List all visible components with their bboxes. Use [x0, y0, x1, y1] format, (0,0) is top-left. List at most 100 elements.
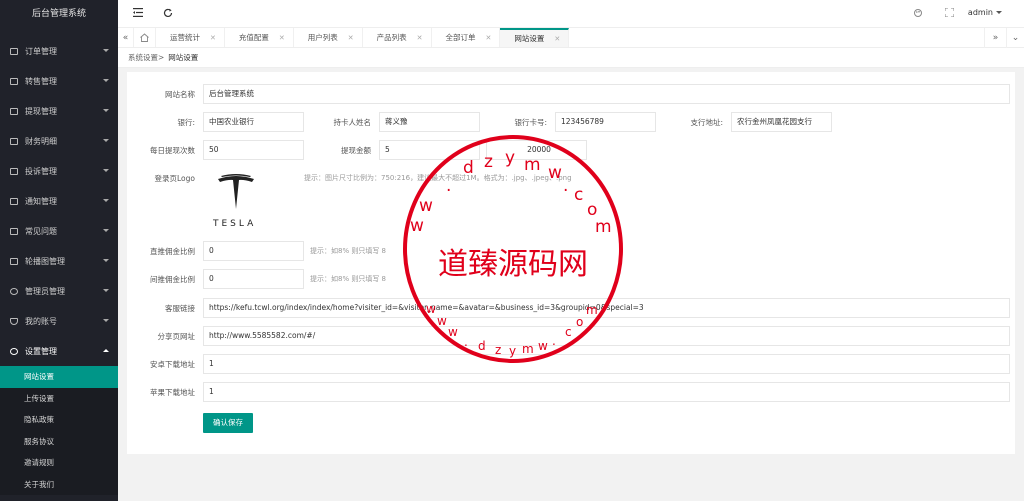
tab-recharge-config[interactable]: 充值配置 ✕ — [225, 28, 294, 47]
close-icon[interactable]: ✕ — [417, 34, 423, 42]
chevron-down-icon — [103, 139, 109, 142]
breadcrumb-parent[interactable]: 系统设置> — [128, 53, 164, 62]
svg-text:w: w — [426, 302, 436, 316]
sidebar-subitem-privacy[interactable]: 隐私政策 — [0, 409, 118, 431]
site-name-input[interactable]: 后台管理系统 — [203, 84, 1010, 104]
sidebar-item-label: 通知管理 — [25, 196, 57, 206]
indirect-commission-hint: 提示：如8% 则只填写 8 — [310, 275, 387, 283]
sidebar-subitem-site-settings[interactable]: 网站设置 — [0, 366, 118, 388]
chevron-down-icon — [103, 49, 109, 52]
sidebar-item-label: 转售管理 — [25, 76, 57, 86]
svg-text:w: w — [448, 325, 458, 339]
list-icon — [10, 167, 18, 175]
tab-product-list[interactable]: 产品列表 ✕ — [363, 28, 432, 47]
tesla-wordmark: TESLA — [213, 219, 257, 229]
sidebar-item-label: 财务明细 — [25, 136, 57, 146]
svg-text:m: m — [524, 155, 541, 175]
holder-label: 持卡人姓名 — [333, 117, 372, 127]
list-icon — [10, 257, 18, 265]
direct-commission-input[interactable]: 0 — [203, 241, 304, 261]
sidebar-item-notices[interactable]: 通知管理 — [0, 186, 118, 216]
tab-ops-stats[interactable]: 运营统计 ✕ — [156, 28, 225, 47]
card-no-input[interactable]: 123456789 — [555, 112, 656, 132]
save-button[interactable]: 确认保存 — [203, 413, 253, 433]
sidebar-item-carousel[interactable]: 轮播图管理 — [0, 246, 118, 276]
svg-text:m: m — [522, 342, 534, 356]
tab-user-list[interactable]: 用户列表 ✕ — [294, 28, 363, 47]
refresh-icon[interactable] — [162, 8, 174, 20]
shield-icon — [10, 317, 18, 325]
user-menu[interactable]: admin — [968, 8, 1002, 17]
close-icon[interactable]: ✕ — [348, 34, 354, 42]
sidebar-subitem-agreement[interactable]: 服务协议 — [0, 431, 118, 453]
watermark-stamp: 道臻源码网 w w . d z y m w . c o m w w w . d … — [403, 135, 623, 363]
theme-icon[interactable] — [912, 8, 924, 20]
holder-input[interactable]: 蒋义豫 — [379, 112, 480, 132]
form-row-indirect-commission: 间推佣金比例 0 提示：如8% 则只填写 8 — [127, 269, 386, 289]
svg-text:d: d — [478, 339, 486, 353]
sidebar-item-withdraw[interactable]: 提现管理 — [0, 96, 118, 126]
chevron-down-icon — [103, 289, 109, 292]
fullscreen-icon[interactable] — [943, 7, 955, 20]
tabs-menu-chevron-down-icon[interactable]: ⌄ — [1006, 28, 1024, 48]
user-icon — [10, 287, 18, 295]
sidebar-menu: 订单管理 转售管理 提现管理 财务明细 投诉管理 通知管理 常见问题 轮播图管理… — [0, 36, 118, 495]
sidebar-item-my-account[interactable]: 我的账号 — [0, 306, 118, 336]
list-icon — [10, 227, 18, 235]
tab-site-settings[interactable]: 网站设置 ✕ — [500, 28, 570, 47]
ios-url-label: 苹果下载地址 — [150, 387, 195, 397]
sidebar-item-label: 设置管理 — [25, 346, 57, 356]
svg-text:y: y — [509, 344, 516, 358]
form-row-bank: 银行: 中国农业银行 持卡人姓名 蒋义豫 银行卡号: 123456789 支行地… — [127, 112, 832, 132]
home-tab-icon[interactable] — [134, 28, 156, 47]
tab-label: 产品列表 — [376, 33, 407, 42]
sidebar-subitem-about[interactable]: 关于我们 — [0, 474, 118, 496]
sidebar-item-complaints[interactable]: 投诉管理 — [0, 156, 118, 186]
tabs-scroll-right-icon[interactable]: » — [984, 28, 1006, 48]
sidebar-item-settings[interactable]: 设置管理 — [0, 336, 118, 366]
close-icon[interactable]: ✕ — [279, 34, 285, 42]
list-icon — [10, 77, 18, 85]
list-icon — [10, 137, 18, 145]
sidebar-item-label: 管理员管理 — [25, 286, 65, 296]
branch-label: 支行地址: — [690, 117, 723, 127]
branch-input[interactable]: 农行金州凤凰花园支行 — [731, 112, 832, 132]
tab-label: 用户列表 — [307, 33, 338, 42]
svg-text:z: z — [495, 343, 501, 357]
indirect-commission-input[interactable]: 0 — [203, 269, 304, 289]
ios-url-input[interactable]: 1 — [203, 382, 1010, 402]
list-icon — [10, 197, 18, 205]
logo-upload-preview[interactable]: TESLA — [213, 173, 263, 233]
tab-label: 全部订单 — [445, 33, 476, 42]
daily-times-input[interactable]: 50 — [203, 140, 304, 160]
sidebar-subitem-upload-settings[interactable]: 上传设置 — [0, 388, 118, 410]
tab-label: 网站设置 — [514, 34, 545, 43]
tab-all-orders[interactable]: 全部订单 ✕ — [432, 28, 501, 47]
close-icon[interactable]: ✕ — [554, 35, 560, 43]
watermark-center-text: 道臻源码网 — [438, 247, 588, 282]
close-icon[interactable]: ✕ — [486, 34, 492, 42]
sidebar: 后台管理系统 订单管理 转售管理 提现管理 财务明细 投诉管理 通知管理 常见问… — [0, 0, 118, 501]
sidebar-subitem-invite-rules[interactable]: 邀请规则 — [0, 452, 118, 474]
sidebar-item-orders[interactable]: 订单管理 — [0, 36, 118, 66]
tabs-right-controls: » ⌄ — [984, 28, 1024, 48]
tabs-bar: « 运营统计 ✕ 充值配置 ✕ 用户列表 ✕ 产品列表 ✕ 全部订单 ✕ 网站设置 ✕ » … — [118, 28, 1024, 48]
sidebar-item-faq[interactable]: 常见问题 — [0, 216, 118, 246]
tabs-scroll-left-icon[interactable]: « — [118, 28, 134, 47]
bank-input[interactable]: 中国农业银行 — [203, 112, 304, 132]
card-no-label: 银行卡号: — [514, 117, 547, 127]
close-icon[interactable]: ✕ — [210, 34, 216, 42]
top-header: admin — [118, 0, 1024, 28]
sidebar-item-admins[interactable]: 管理员管理 — [0, 276, 118, 306]
menu-toggle-icon[interactable] — [132, 8, 144, 20]
settings-submenu: 网站设置 上传设置 隐私政策 服务协议 邀请规则 关于我们 — [0, 366, 118, 495]
sidebar-item-resale[interactable]: 转售管理 — [0, 66, 118, 96]
logo-label: 登录页Logo — [154, 173, 196, 183]
sidebar-item-finance[interactable]: 财务明细 — [0, 126, 118, 156]
share-url-label: 分享页网址 — [157, 331, 196, 341]
svg-text:w: w — [437, 314, 447, 328]
sidebar-item-label: 常见问题 — [25, 226, 57, 236]
username: admin — [967, 8, 993, 17]
form-row-site-name: 网站名称 后台管理系统 — [127, 84, 1010, 104]
list-icon — [10, 47, 18, 55]
